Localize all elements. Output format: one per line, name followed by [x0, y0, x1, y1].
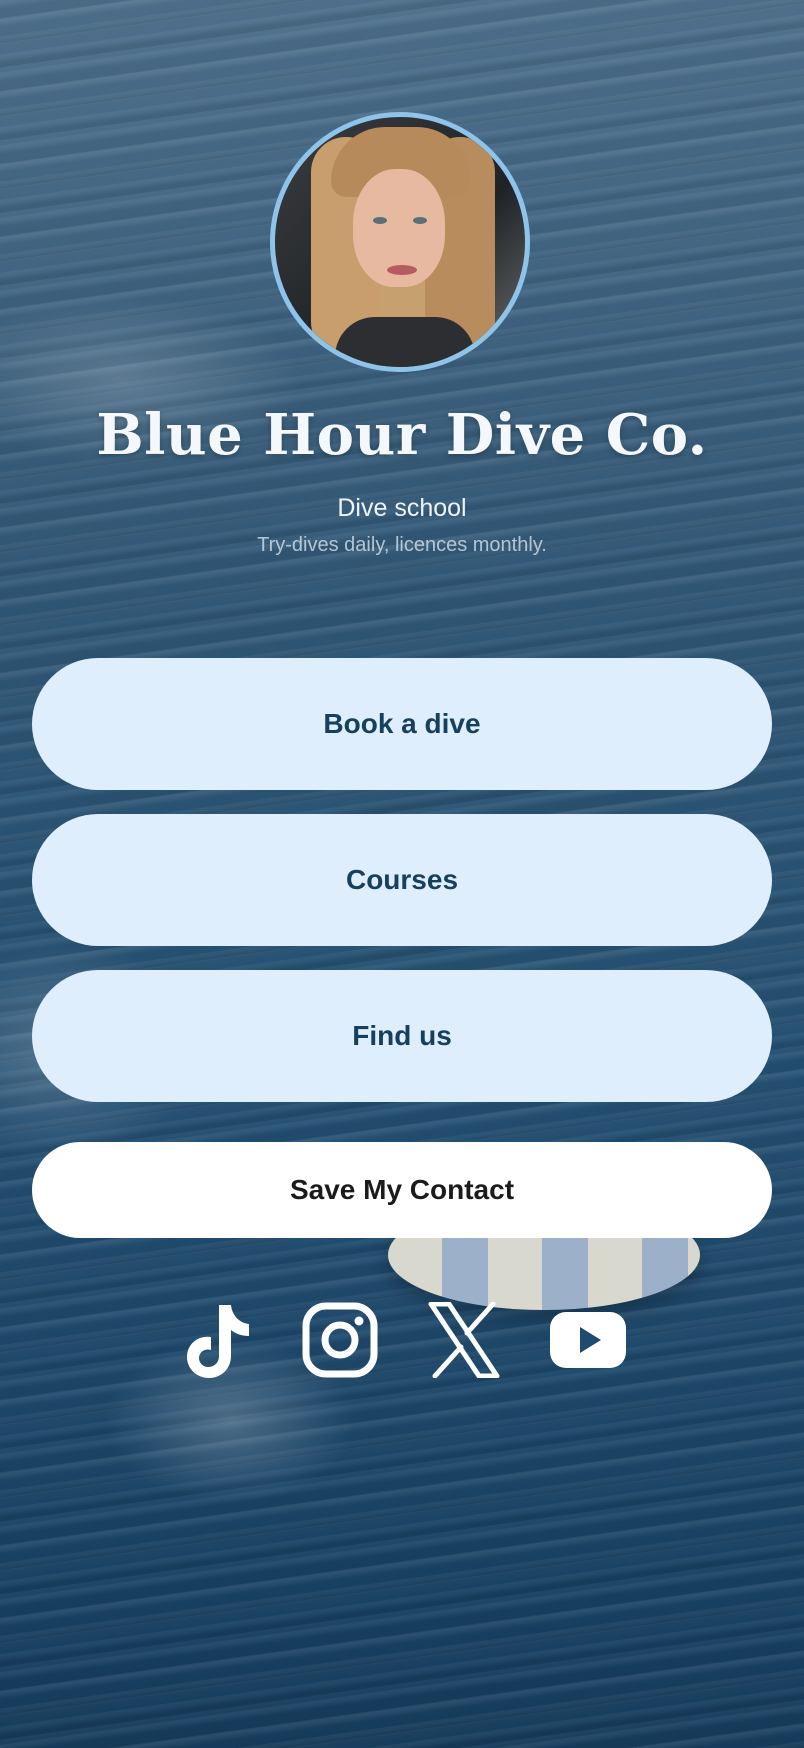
link-button-book-a-dive[interactable]: Book a dive	[32, 658, 772, 790]
link-button-courses[interactable]: Courses	[32, 814, 772, 946]
link-button-label: Book a dive	[323, 708, 481, 739]
x-icon[interactable]	[424, 1300, 504, 1380]
save-contact-button[interactable]: Save My Contact	[32, 1142, 772, 1238]
link-button-find-us[interactable]: Find us	[32, 970, 772, 1102]
profile-avatar	[270, 112, 530, 372]
link-button-label: Courses	[345, 864, 459, 895]
link-button-label: Find us	[352, 1020, 452, 1051]
tiktok-icon[interactable]	[176, 1300, 256, 1380]
profile-name: Blue Hour Dive Co.	[96, 402, 708, 468]
youtube-icon[interactable]	[548, 1300, 628, 1380]
profile-tagline: Try-dives daily, licences monthly.	[257, 534, 547, 556]
save-contact-label: Save My Contact	[289, 1174, 515, 1205]
profile-category: Dive school	[337, 494, 467, 522]
social-links	[0, 1300, 804, 1380]
instagram-icon[interactable]	[300, 1300, 380, 1380]
